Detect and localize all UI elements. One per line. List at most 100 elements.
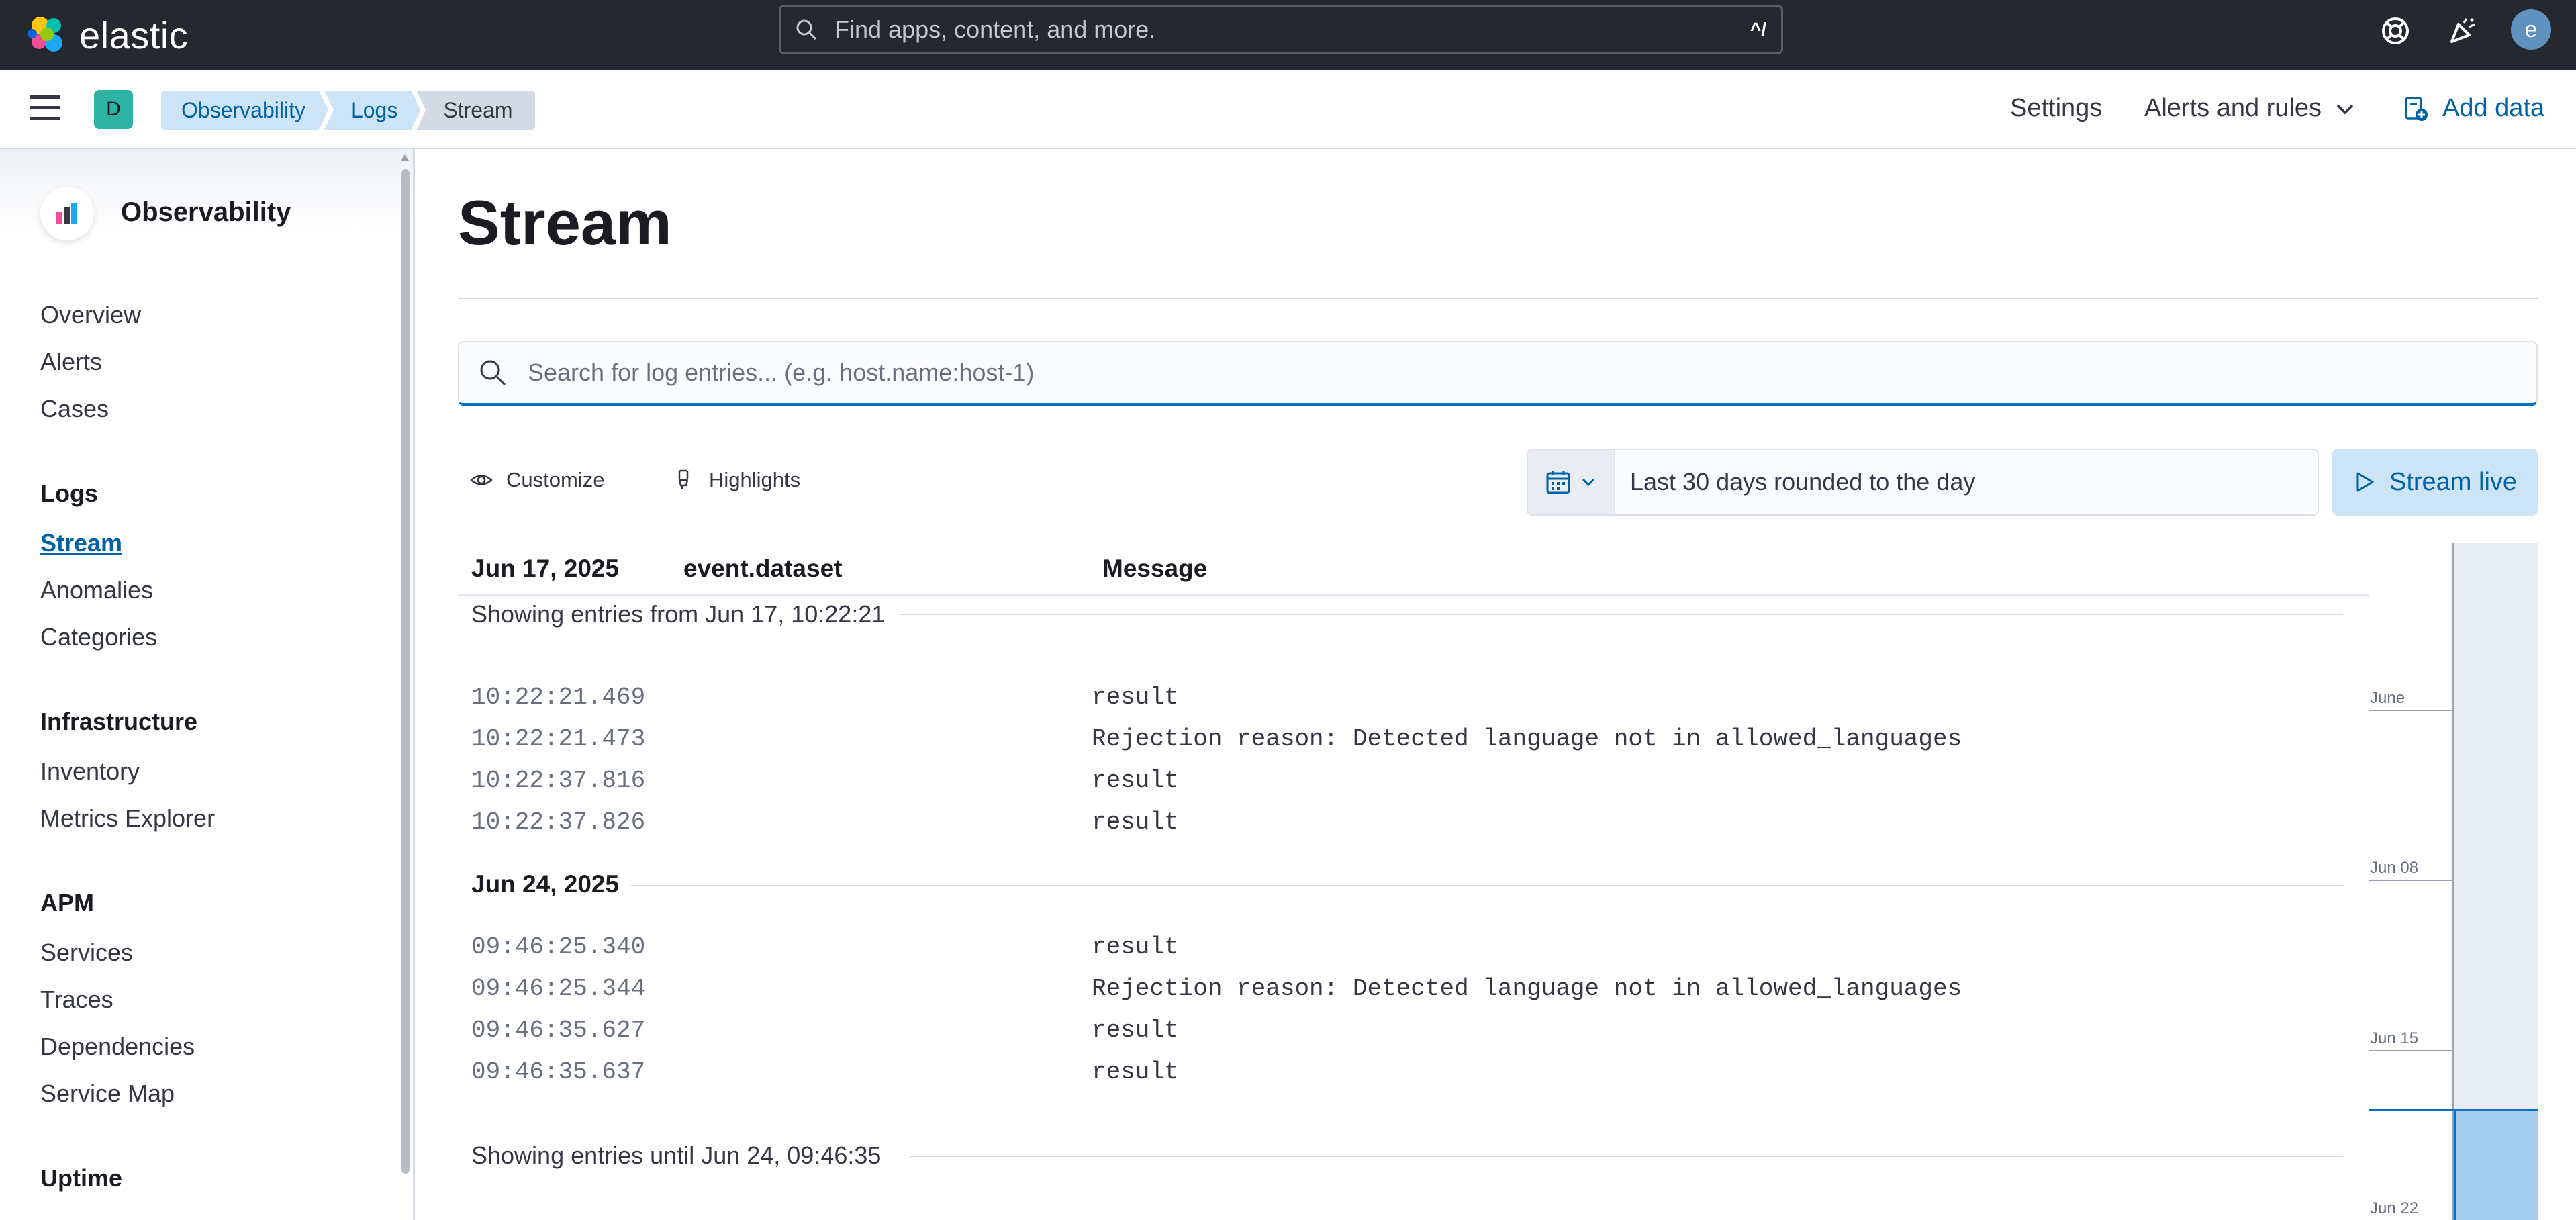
sidebar-item-metrics-explorer[interactable]: Metrics Explorer [40,804,215,833]
log-entry-timestamp: 09:46:25.340 [471,933,646,961]
settings-link[interactable]: Settings [2010,94,2102,123]
add-data-button[interactable]: Add data [2402,94,2544,123]
log-entry-row[interactable]: 10:22:37.816 result [458,767,2338,807]
calendar-icon [1546,471,1570,494]
sidebar-item-overview[interactable]: Overview [40,301,141,329]
sidebar-group-apm: APM [40,889,94,917]
sidebar-item-cases[interactable]: Cases [40,395,109,423]
log-entry-row[interactable]: 10:22:21.473 Rejection reason: Detected … [458,725,2338,765]
header-bar: D Observability Logs Stream Settings Ale… [0,70,2576,149]
log-entry-row[interactable]: 10:22:37.826 result [458,808,2338,849]
entries-start-divider-line [900,614,2343,615]
minimap-label-jun-22: Jun 22 [2370,1199,2419,1217]
hamburger-icon [30,95,60,99]
sidebar-item-categories[interactable]: Categories [40,623,157,651]
top-bar: elastic ^/ [0,0,2576,70]
play-icon [2356,472,2374,492]
log-entry-message: result [1092,808,1179,836]
log-entry-timestamp: 09:46:35.637 [471,1058,646,1086]
minimap-tick [2369,710,2454,711]
day-separator-line [631,885,2343,886]
space-avatar[interactable]: D [94,90,133,129]
user-avatar[interactable]: e [2511,9,2551,50]
search-shortcut-hint: ^/ [1750,19,1766,40]
global-search[interactable]: ^/ [779,5,1783,54]
sidebar-item-traces[interactable]: Traces [40,986,113,1014]
cheer-icon [2450,18,2475,43]
help-icon [2382,17,2409,44]
log-entry-timestamp: 10:22:37.816 [471,767,646,794]
breadcrumb-observability[interactable]: Observability [161,91,328,130]
sidebar-item-dependencies[interactable]: Dependencies [40,1033,195,1061]
minimap-label-jun-08: Jun 08 [2370,859,2419,877]
column-header-dataset[interactable]: event.dataset [683,555,843,583]
breadcrumb: Observability Logs Stream [161,91,536,130]
log-entry-timestamp: 10:22:21.473 [471,725,646,753]
log-entry-timestamp: 10:22:37.826 [471,808,646,836]
date-picker[interactable]: Last 30 days rounded to the day [1527,449,2319,516]
sidebar-item-service-map[interactable]: Service Map [40,1080,175,1108]
sidebar-item-services[interactable]: Services [40,939,133,967]
sidebar-group-uptime: Uptime [40,1164,123,1192]
minimap-tick [2369,880,2454,881]
log-entry-message: result [1092,767,1179,794]
day-separator-label: Jun 24, 2025 [471,870,632,898]
customize-button[interactable]: Customize [470,463,604,497]
log-entry-row[interactable]: 10:22:21.469 result [458,684,2338,724]
side-nav: Observability Overview Alerts Cases Logs… [0,149,415,1220]
entries-end-divider-line [909,1156,2343,1157]
log-entry-row[interactable]: 09:46:25.340 result [458,933,2338,974]
log-entry-row[interactable]: 09:46:25.344 Rejection reason: Detected … [458,975,2338,1015]
sidebar-item-anomalies[interactable]: Anomalies [40,576,153,604]
page-title: Stream [458,187,672,258]
highlights-button[interactable]: Highlights [673,463,800,497]
quick-menu-button[interactable] [1528,450,1615,514]
eye-icon [470,475,493,485]
search-icon [796,19,817,40]
elastic-logo-text: elastic [79,13,189,56]
log-entry-timestamp: 09:46:25.344 [471,975,646,1002]
log-entry-timestamp: 10:22:21.469 [471,684,646,711]
customize-label: Customize [506,468,605,491]
showing-entries-until: Showing entries until Jun 24, 09:46:35 [471,1141,894,1170]
log-entry-message: result [1092,933,1179,961]
breadcrumb-stream: Stream [416,91,536,130]
log-entry-message: Rejection reason: Detected language not … [1092,975,1962,1002]
sidebar-item-inventory[interactable]: Inventory [40,757,140,786]
column-header-message[interactable]: Message [1102,555,1207,583]
observability-logo [40,187,94,240]
hamburger-icon-line [30,117,60,120]
log-entry-row[interactable]: 09:46:35.627 result [458,1017,2338,1057]
log-minimap[interactable]: June Jun 08 Jun 15 Jun 22 [2369,543,2538,1220]
column-header-date: Jun 17, 2025 [471,555,620,582]
menu-toggle-button[interactable] [30,95,60,122]
log-entry-message: result [1092,684,1179,711]
alerts-and-rules-label: Alerts and rules [2144,94,2322,122]
breadcrumb-logs[interactable]: Logs [324,91,420,130]
global-search-input[interactable] [833,15,1682,44]
sidebar-item-stream[interactable]: Stream [40,529,122,557]
time-range-display[interactable]: Last 30 days rounded to the day [1630,468,1975,496]
log-entry-row[interactable]: 09:46:35.637 result [458,1058,2338,1098]
sidebar-scrollbar[interactable] [401,169,410,1174]
hamburger-icon-line [30,106,60,109]
minimap-tick [2369,1050,2454,1051]
sidebar-item-alerts[interactable]: Alerts [40,348,102,376]
log-entry-message: result [1092,1017,1179,1044]
add-data-icon [2405,96,2428,121]
log-search-bar[interactable] [458,341,2538,406]
observability-app-icon [56,203,77,224]
column-header-divider [458,594,2369,596]
elastic-logo-icon [28,17,62,52]
sidebar-scroll-up-arrow[interactable] [401,154,409,161]
minimap-label-june: June [2370,689,2405,707]
help-button[interactable] [2377,12,2414,50]
log-search-input[interactable] [526,358,2476,387]
add-data-label: Add data [2442,94,2545,122]
elastic-logo[interactable]: elastic [26,7,188,63]
alerts-and-rules-menu[interactable]: Alerts and rules [2144,94,2356,123]
news-button[interactable] [2444,12,2481,50]
sidebar-title: Observability [121,197,291,227]
stream-live-button[interactable]: Stream live [2332,449,2538,516]
stream-live-label: Stream live [2389,467,2518,496]
